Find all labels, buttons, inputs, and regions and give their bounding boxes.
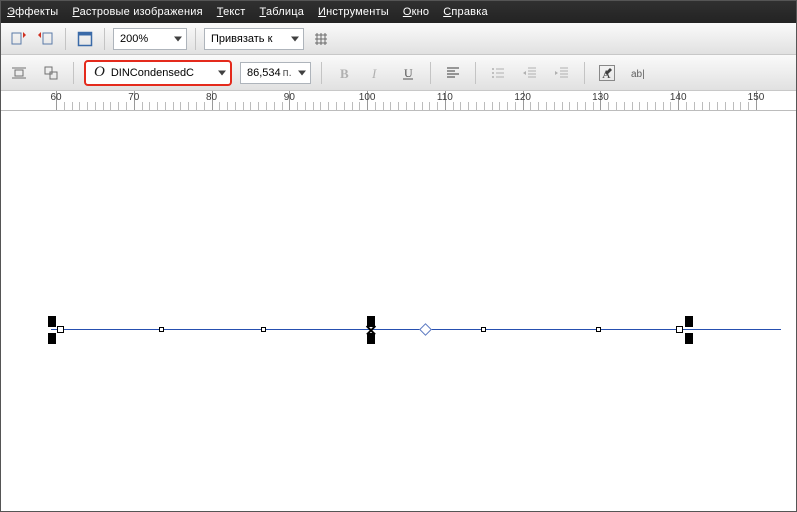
- align-distribute-icon[interactable]: [7, 61, 31, 85]
- font-size-combo[interactable]: 86,534 п.: [240, 62, 311, 84]
- edit-text-icon[interactable]: ab|: [627, 61, 651, 85]
- separator: [584, 62, 585, 84]
- midpoint-handle[interactable]: [159, 327, 164, 332]
- chevron-down-icon: [218, 70, 226, 75]
- svg-text:ab|: ab|: [631, 69, 645, 80]
- italic-button[interactable]: I: [364, 61, 388, 85]
- menu-raster[interactable]: Растровые изображения: [72, 6, 202, 18]
- separator: [65, 28, 66, 50]
- horizontal-ruler[interactable]: 60 70 80 90 100 110 120 130 140 150: [1, 91, 796, 111]
- import-icon[interactable]: [7, 28, 29, 50]
- ruler-label: 90: [284, 92, 295, 103]
- ruler-label: 150: [748, 92, 765, 103]
- fullscreen-icon[interactable]: [74, 28, 96, 50]
- font-size-unit: п.: [283, 67, 292, 79]
- font-family-combo[interactable]: O DINCondensedC: [84, 60, 232, 86]
- svg-text:U: U: [404, 66, 413, 80]
- indent-decrease-icon[interactable]: [518, 61, 542, 85]
- svg-text:I: I: [371, 66, 377, 81]
- midpoint-handle[interactable]: [596, 327, 601, 332]
- ruler-label: 130: [592, 92, 609, 103]
- center-anchor-icon[interactable]: [419, 323, 432, 336]
- chevron-down-icon: [298, 70, 306, 75]
- rotation-center-icon[interactable]: [365, 324, 376, 335]
- separator: [475, 62, 476, 84]
- bold-button[interactable]: B: [332, 61, 356, 85]
- separator: [321, 62, 322, 84]
- selected-text-object[interactable]: [51, 329, 751, 330]
- ruler-label: 100: [359, 92, 376, 103]
- menu-text[interactable]: Текст: [217, 6, 246, 18]
- separator: [430, 62, 431, 84]
- export-icon[interactable]: [35, 28, 57, 50]
- line-extension: [731, 329, 781, 330]
- snap-label: Привязать к: [211, 33, 272, 45]
- standard-toolbar: 200% Привязать к: [1, 23, 796, 55]
- font-glyph-icon: O: [94, 64, 105, 81]
- object-align-icon[interactable]: [39, 61, 63, 85]
- chevron-down-icon: [291, 36, 299, 41]
- menu-effects[interactable]: Эффекты: [7, 6, 58, 18]
- underline-button[interactable]: U: [396, 61, 420, 85]
- font-size-value: 86,534: [247, 67, 281, 79]
- handle-bottom-left[interactable]: [48, 333, 56, 344]
- handle-bottom-right[interactable]: [685, 333, 693, 344]
- menu-table[interactable]: Таблица: [260, 6, 305, 18]
- handle-top-right[interactable]: [685, 316, 693, 327]
- ruler-label: 70: [128, 92, 139, 103]
- menu-window[interactable]: Окно: [403, 6, 429, 18]
- midpoint-handle[interactable]: [261, 327, 266, 332]
- chevron-down-icon: [174, 36, 182, 41]
- snap-combo[interactable]: Привязать к: [204, 28, 304, 50]
- handle-edge-left[interactable]: [57, 326, 64, 333]
- font-name: DINCondensedC: [111, 67, 194, 79]
- zoom-combo[interactable]: 200%: [113, 28, 187, 50]
- midpoint-handle[interactable]: [481, 327, 486, 332]
- ruler-label: 120: [514, 92, 531, 103]
- character-formatting-icon[interactable]: A: [595, 61, 619, 85]
- handle-top-left[interactable]: [48, 316, 56, 327]
- svg-text:B: B: [340, 66, 349, 81]
- canvas[interactable]: [1, 111, 796, 511]
- align-dropdown-icon[interactable]: [441, 61, 465, 85]
- indent-increase-icon[interactable]: [550, 61, 574, 85]
- handle-edge-right[interactable]: [676, 326, 683, 333]
- ruler-label: 110: [437, 92, 453, 103]
- ruler-label: 140: [670, 92, 687, 103]
- text-toolbar: O DINCondensedC 86,534 п. B I U A ab|: [1, 55, 796, 91]
- bullet-list-icon[interactable]: [486, 61, 510, 85]
- ruler-label: 80: [206, 92, 217, 103]
- ruler-label: 60: [50, 92, 61, 103]
- snap-grid-icon[interactable]: [310, 28, 332, 50]
- separator: [195, 28, 196, 50]
- menu-tools[interactable]: Инструменты: [318, 6, 389, 18]
- zoom-value: 200%: [120, 33, 148, 45]
- separator: [104, 28, 105, 50]
- menu-help[interactable]: Справка: [443, 6, 488, 18]
- separator: [73, 62, 74, 84]
- menubar: Эффекты Растровые изображения Текст Табл…: [1, 1, 796, 23]
